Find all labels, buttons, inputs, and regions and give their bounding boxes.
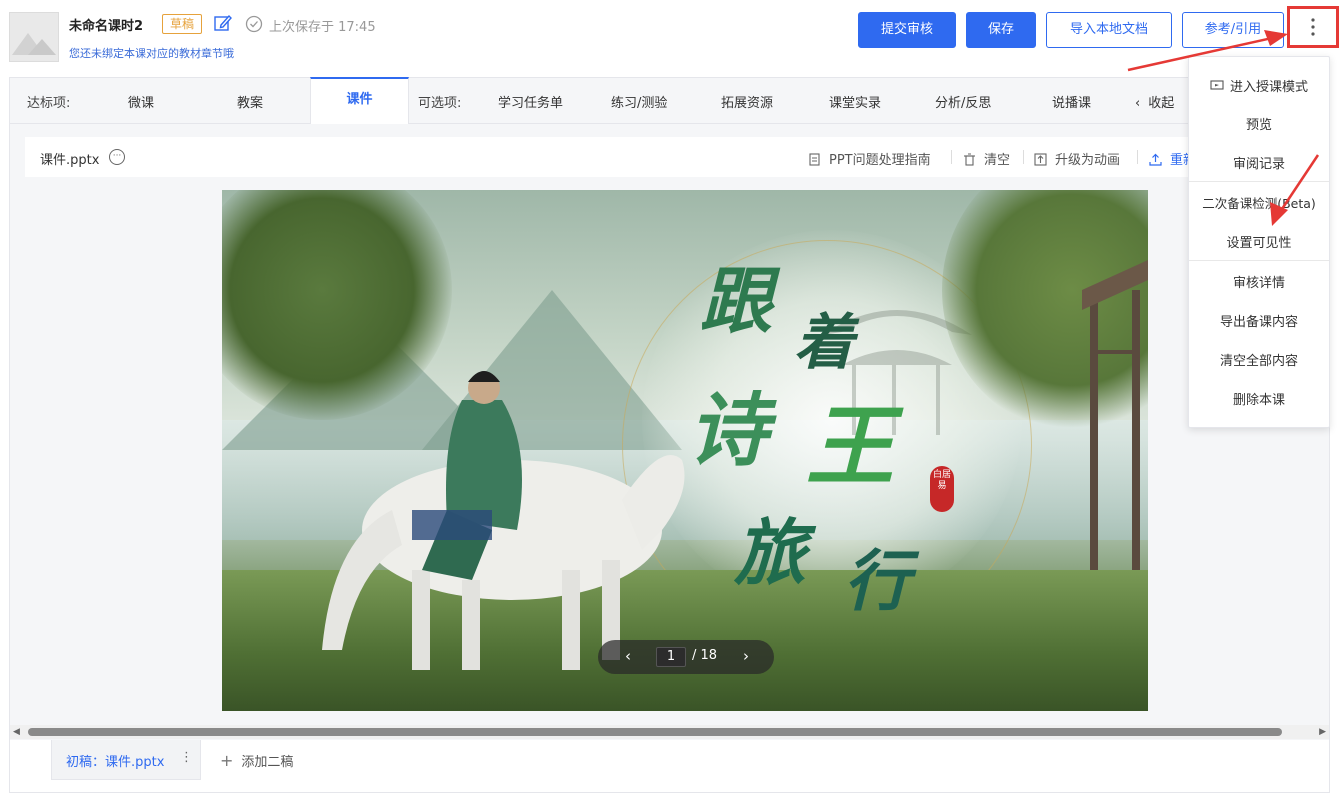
add-draft-button[interactable]: + 添加二稿 bbox=[220, 751, 293, 770]
tab-bar: 达标项: 微课 教案 课件 可选项: 学习任务单 练习/测验 拓展资源 课堂实录… bbox=[10, 77, 1329, 124]
file-more-icon[interactable]: ··· bbox=[109, 149, 125, 165]
menu-item-set-visibility[interactable]: 设置可见性 bbox=[1189, 232, 1329, 251]
slide-title-char: 王 bbox=[806, 394, 895, 498]
required-label: 达标项: bbox=[27, 96, 71, 111]
vertical-dots-icon bbox=[1311, 18, 1315, 36]
course-thumbnail bbox=[9, 12, 59, 62]
course-title[interactable]: 未命名课时2 bbox=[69, 15, 143, 34]
ppt-guide-label: PPT问题处理指南 bbox=[829, 153, 931, 168]
upload-icon bbox=[1149, 153, 1162, 166]
optional-label: 可选项: bbox=[418, 96, 462, 111]
next-page-icon[interactable]: › bbox=[736, 646, 756, 666]
upgrade-animation-button[interactable]: 升级为动画 bbox=[1034, 149, 1120, 168]
add-draft-label: 添加二稿 bbox=[241, 755, 294, 770]
upgrade-animation-label: 升级为动画 bbox=[1055, 153, 1121, 168]
tab-courseware[interactable]: 课件 bbox=[310, 77, 409, 124]
check-circle-icon bbox=[245, 15, 263, 33]
status-badge: 草稿 bbox=[162, 14, 203, 34]
page-header: 未命名课时2 草稿 上次保存于 17:45 您还未绑定本课对应的教材章节哦 提交… bbox=[0, 0, 1344, 76]
more-menu-button[interactable] bbox=[1287, 6, 1339, 48]
horizontal-scrollbar[interactable]: ◀ ▶ bbox=[10, 725, 1329, 739]
scroll-left-icon[interactable]: ◀ bbox=[13, 727, 20, 737]
menu-item-teaching-mode[interactable]: 进入授课模式 bbox=[1189, 76, 1329, 95]
menu-item-export[interactable]: 导出备课内容 bbox=[1189, 311, 1329, 330]
tab-lesson-plan[interactable]: 教案 bbox=[237, 92, 263, 111]
collapse-button[interactable]: ‹ 收起 bbox=[1135, 92, 1174, 111]
menu-item-second-check[interactable]: 二次备课检测(Beta) bbox=[1189, 193, 1329, 212]
slide-title-char: 跟 bbox=[700, 258, 773, 343]
rider-on-horse-image bbox=[322, 371, 685, 670]
chevron-left-icon: ‹ bbox=[1135, 96, 1141, 111]
tab-task-sheet[interactable]: 学习任务单 bbox=[498, 92, 563, 111]
current-page-input[interactable]: 1 bbox=[656, 647, 686, 667]
slide-title-char: 行 bbox=[844, 542, 910, 620]
scroll-right-icon[interactable]: ▶ bbox=[1319, 727, 1326, 737]
menu-item-delete-lesson[interactable]: 删除本课 bbox=[1189, 389, 1329, 408]
first-draft-tab[interactable]: 初稿：课件.pptx ⋮ bbox=[51, 740, 201, 780]
save-button[interactable]: 保存 bbox=[966, 12, 1036, 48]
draft-more-icon[interactable]: ⋮ bbox=[180, 750, 193, 765]
slide-title-char: 诗 bbox=[688, 383, 768, 477]
slide-pager: ‹ 1 / 18 › bbox=[598, 640, 774, 674]
file-name: 课件.pptx bbox=[40, 153, 100, 168]
menu-item-review-details[interactable]: 审核详情 bbox=[1189, 272, 1329, 291]
upload-box-icon bbox=[1034, 153, 1047, 166]
clear-button[interactable]: 清空 bbox=[963, 149, 1010, 168]
clear-label: 清空 bbox=[984, 153, 1011, 168]
trash-icon bbox=[964, 153, 975, 166]
tab-extend-resource[interactable]: 拓展资源 bbox=[721, 92, 773, 111]
seal-stamp: 白居易 bbox=[930, 466, 954, 512]
save-status: 上次保存于 17:45 bbox=[269, 20, 376, 35]
first-draft-label: 初稿：课件.pptx bbox=[66, 755, 165, 770]
collapse-label: 收起 bbox=[1148, 96, 1175, 111]
submit-review-button[interactable]: 提交审核 bbox=[858, 12, 956, 48]
slide-preview[interactable]: 跟 着 诗 王 旅 行 白居易 ‹ 1 / 18 › bbox=[222, 190, 1148, 711]
tab-micro-lesson[interactable]: 微课 bbox=[128, 92, 154, 111]
gate-image bbox=[1082, 260, 1148, 590]
plus-icon: + bbox=[220, 751, 234, 770]
menu-item-label: 进入授课模式 bbox=[1229, 80, 1308, 95]
main-panel: 达标项: 微课 教案 课件 可选项: 学习任务单 练习/测验 拓展资源 课堂实录… bbox=[9, 77, 1330, 793]
scrollbar-thumb[interactable] bbox=[28, 728, 1282, 736]
menu-item-clear-all[interactable]: 清空全部内容 bbox=[1189, 350, 1329, 369]
bind-textbook-link[interactable]: 您还未绑定本课对应的教材章节哦 bbox=[69, 45, 234, 61]
tab-analysis[interactable]: 分析/反思 bbox=[935, 92, 991, 111]
menu-item-review-records[interactable]: 审阅记录 bbox=[1189, 153, 1329, 172]
slide-title-char: 着 bbox=[794, 308, 854, 378]
reference-button[interactable]: 参考/引用 bbox=[1182, 12, 1284, 48]
tab-class-record[interactable]: 课堂实录 bbox=[829, 92, 881, 111]
tab-exercise[interactable]: 练习/测验 bbox=[611, 92, 667, 111]
menu-item-preview[interactable]: 预览 bbox=[1189, 114, 1329, 133]
document-icon bbox=[809, 153, 820, 166]
presentation-icon bbox=[1210, 80, 1224, 90]
file-toolbar: 课件.pptx ··· PPT问题处理指南 清空 升级为动画 重新 bbox=[25, 137, 1205, 177]
tab-speech-lesson[interactable]: 说播课 bbox=[1052, 92, 1091, 111]
more-dropdown-menu: 进入授课模式 预览 审阅记录 二次备课检测(Beta) 设置可见性 审核详情 导… bbox=[1188, 56, 1330, 428]
ppt-guide-button[interactable]: PPT问题处理指南 bbox=[808, 149, 931, 168]
total-pages: / 18 bbox=[692, 648, 718, 663]
draft-tabs: 初稿：课件.pptx ⋮ + 添加二稿 bbox=[10, 740, 1329, 792]
import-local-button[interactable]: 导入本地文档 bbox=[1046, 12, 1172, 48]
prev-page-icon[interactable]: ‹ bbox=[618, 646, 638, 666]
slide-title-char: 旅 bbox=[734, 510, 807, 595]
edit-icon[interactable] bbox=[213, 13, 233, 33]
